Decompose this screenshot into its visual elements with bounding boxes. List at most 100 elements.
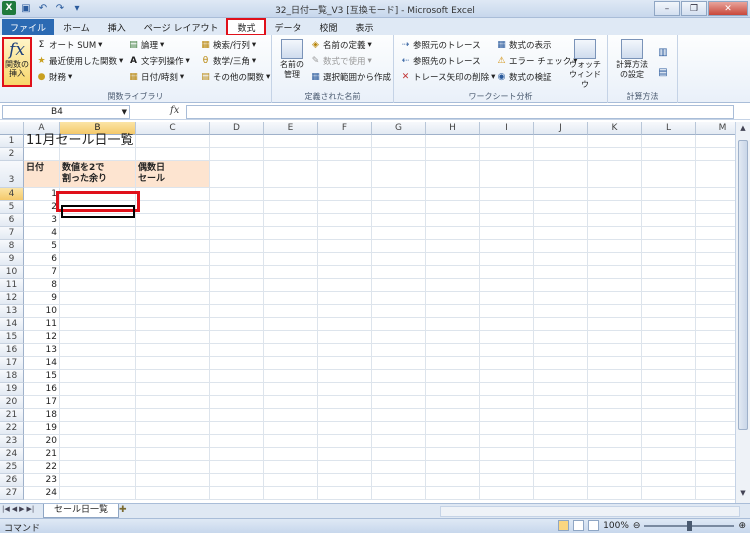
cell[interactable] — [136, 318, 210, 331]
cell[interactable] — [426, 201, 480, 214]
cell[interactable] — [136, 201, 210, 214]
zoom-in-icon[interactable]: ⊕ — [738, 521, 746, 531]
cell[interactable] — [372, 240, 426, 253]
cell[interactable] — [480, 266, 534, 279]
cell[interactable]: 20 — [24, 435, 60, 448]
column-header[interactable]: D — [210, 122, 264, 135]
cell[interactable] — [642, 448, 696, 461]
cell[interactable] — [534, 461, 588, 474]
cell[interactable] — [136, 474, 210, 487]
cell[interactable] — [372, 422, 426, 435]
cell[interactable] — [60, 357, 136, 370]
cell[interactable] — [60, 383, 136, 396]
cell[interactable] — [642, 344, 696, 357]
cell[interactable] — [264, 344, 318, 357]
cell[interactable] — [696, 253, 735, 266]
cell[interactable] — [264, 318, 318, 331]
cell[interactable]: 19 — [24, 422, 60, 435]
cell[interactable] — [318, 422, 372, 435]
cell[interactable] — [696, 461, 735, 474]
cell[interactable] — [588, 370, 642, 383]
column-header[interactable]: H — [426, 122, 480, 135]
cell[interactable] — [372, 266, 426, 279]
cell[interactable] — [588, 383, 642, 396]
cell[interactable] — [210, 487, 264, 500]
cell[interactable] — [318, 448, 372, 461]
cell[interactable]: 12 — [24, 331, 60, 344]
row-header[interactable]: 17 — [0, 357, 24, 370]
cell[interactable] — [136, 422, 210, 435]
cell[interactable] — [60, 487, 136, 500]
datetime-button[interactable]: ▦ 日付/時刻 ▾ — [128, 71, 184, 83]
cell[interactable] — [588, 188, 642, 201]
cell[interactable] — [210, 318, 264, 331]
cell[interactable] — [136, 253, 210, 266]
cell[interactable] — [24, 148, 60, 161]
cell[interactable] — [426, 344, 480, 357]
cell[interactable] — [642, 253, 696, 266]
cell[interactable] — [264, 253, 318, 266]
cell[interactable] — [480, 383, 534, 396]
cell[interactable] — [60, 409, 136, 422]
row-header[interactable]: 13 — [0, 305, 24, 318]
cell[interactable] — [588, 253, 642, 266]
cell[interactable] — [480, 148, 534, 161]
column-header[interactable]: K — [588, 122, 642, 135]
cell[interactable] — [696, 422, 735, 435]
row-header[interactable]: 15 — [0, 331, 24, 344]
cell[interactable] — [642, 148, 696, 161]
prev-sheet-icon[interactable]: ◀ — [12, 505, 17, 513]
cell[interactable] — [210, 461, 264, 474]
cell[interactable]: 15 — [24, 370, 60, 383]
cell[interactable] — [210, 305, 264, 318]
cell[interactable] — [642, 357, 696, 370]
cell[interactable] — [210, 357, 264, 370]
vertical-scrollbar[interactable]: ▲ ▼ — [735, 122, 750, 503]
cell[interactable] — [426, 487, 480, 500]
cell[interactable] — [210, 344, 264, 357]
cell[interactable] — [372, 474, 426, 487]
cell[interactable] — [642, 331, 696, 344]
cell[interactable] — [426, 214, 480, 227]
cell[interactable] — [318, 331, 372, 344]
cell[interactable] — [588, 448, 642, 461]
column-header[interactable]: E — [264, 122, 318, 135]
formula-input[interactable] — [186, 105, 734, 119]
cell[interactable] — [426, 292, 480, 305]
cell[interactable] — [318, 227, 372, 240]
row-header[interactable]: 26 — [0, 474, 24, 487]
name-box[interactable]: B4 ▼ — [2, 105, 130, 119]
cell[interactable] — [264, 461, 318, 474]
cell[interactable] — [642, 422, 696, 435]
cell[interactable] — [642, 474, 696, 487]
cell[interactable] — [372, 487, 426, 500]
logical-button[interactable]: ▤ 論理 ▾ — [128, 39, 164, 51]
scroll-up-icon[interactable]: ▲ — [736, 124, 750, 136]
cell[interactable] — [642, 305, 696, 318]
cell[interactable] — [534, 279, 588, 292]
cell[interactable] — [426, 148, 480, 161]
zoom-level[interactable]: 100% — [603, 521, 629, 531]
cell[interactable] — [136, 435, 210, 448]
cell[interactable] — [318, 188, 372, 201]
cell[interactable] — [588, 318, 642, 331]
cell[interactable] — [426, 435, 480, 448]
cell[interactable] — [318, 357, 372, 370]
cell[interactable] — [60, 253, 136, 266]
cell[interactable] — [480, 344, 534, 357]
cell[interactable] — [534, 318, 588, 331]
cell[interactable] — [588, 344, 642, 357]
cell[interactable] — [588, 487, 642, 500]
cell[interactable] — [642, 266, 696, 279]
row-header[interactable]: 9 — [0, 253, 24, 266]
cell[interactable] — [642, 201, 696, 214]
cell[interactable] — [642, 370, 696, 383]
cell[interactable] — [210, 188, 264, 201]
cell[interactable] — [318, 409, 372, 422]
cell[interactable] — [136, 357, 210, 370]
cell[interactable] — [318, 383, 372, 396]
cell[interactable] — [60, 448, 136, 461]
cell[interactable] — [372, 448, 426, 461]
cell[interactable] — [210, 135, 264, 148]
cell[interactable] — [588, 409, 642, 422]
